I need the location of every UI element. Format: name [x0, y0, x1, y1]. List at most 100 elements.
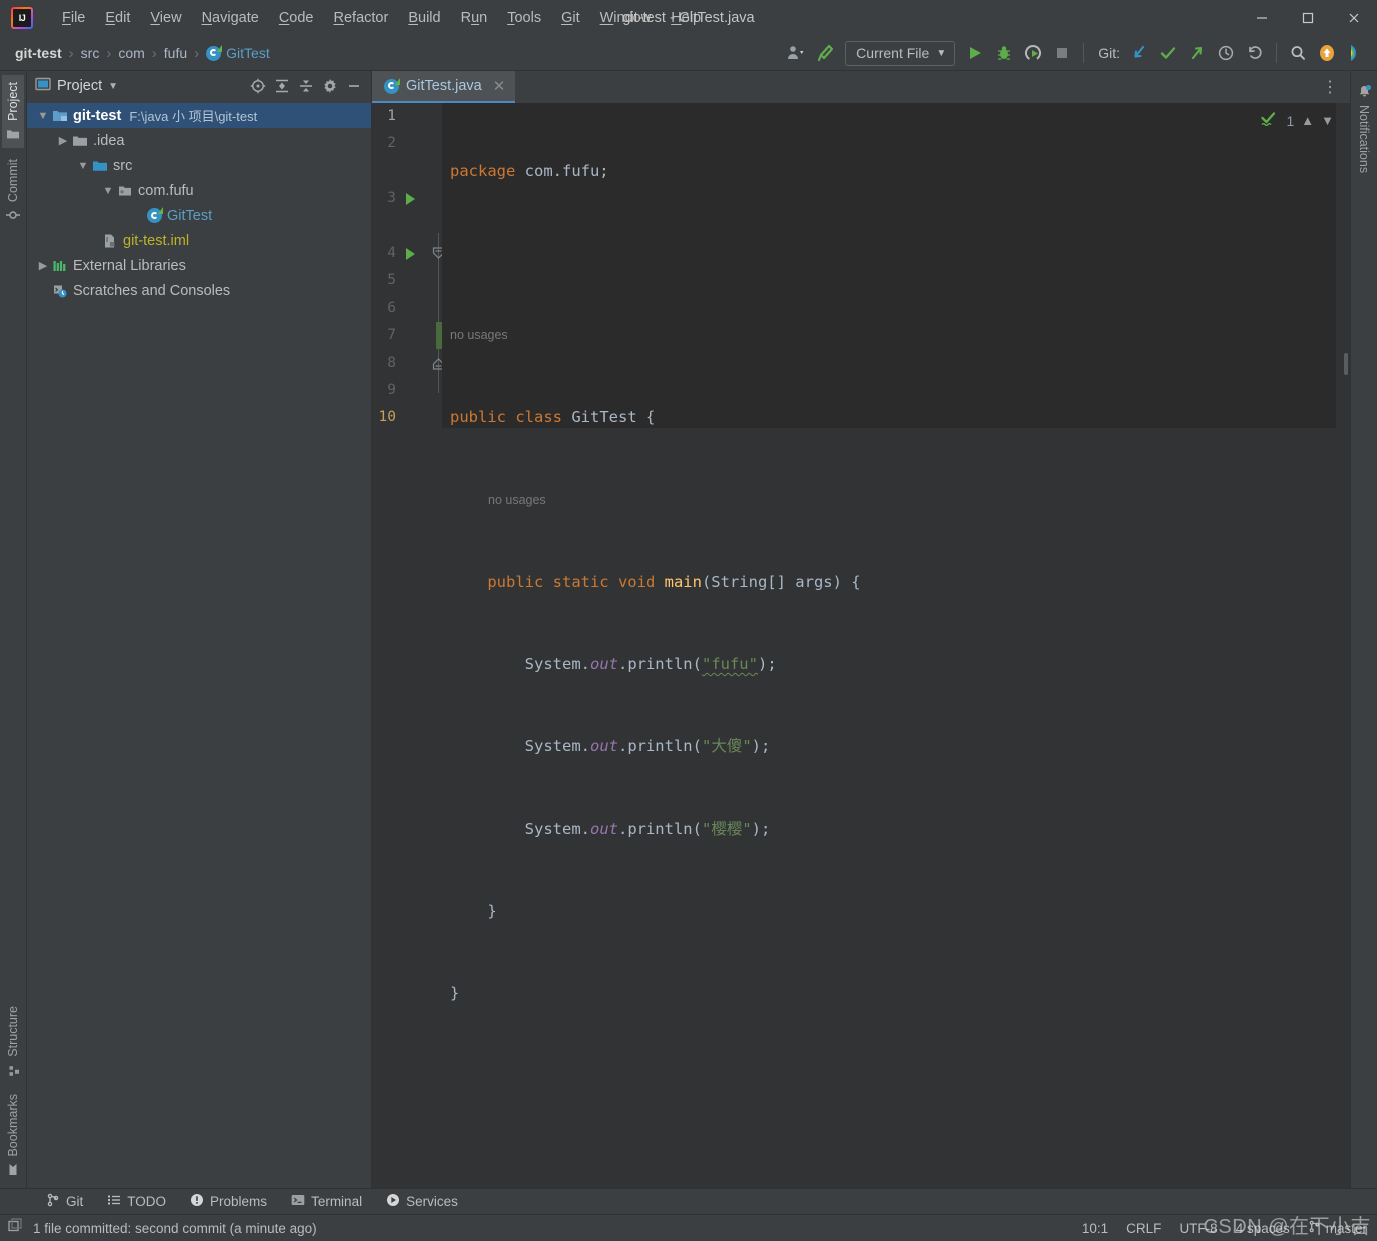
bottom-tab-services[interactable]: Services	[374, 1190, 470, 1213]
editor-tab-gittest[interactable]: GitTest.java ✕	[372, 71, 516, 103]
stop-square-icon[interactable]	[1049, 40, 1075, 66]
bottom-tab-services-label: Services	[406, 1194, 458, 1209]
code-text-area[interactable]: package com.fufu; no usages public class…	[442, 103, 1350, 1188]
hide-panel-icon[interactable]	[343, 75, 365, 97]
sidebar-item-bookmarks[interactable]: Bookmarks	[2, 1087, 24, 1184]
tree-node-idea-label: .idea	[93, 132, 125, 149]
scrollbar-thumb[interactable]	[1344, 353, 1348, 375]
code-line-1: package com.fufu;	[450, 161, 609, 180]
menu-git[interactable]: Git	[552, 6, 589, 30]
menu-help[interactable]: Help	[662, 6, 710, 30]
chevron-right-icon[interactable]: ▶	[55, 134, 71, 147]
sidebar-item-notifications[interactable]: Notifications	[1353, 77, 1376, 180]
git-push-arrow-icon[interactable]	[1184, 40, 1210, 66]
collapse-all-icon[interactable]	[295, 75, 317, 97]
close-icon[interactable]: ✕	[493, 77, 506, 95]
bottom-tab-git[interactable]: Git	[34, 1190, 95, 1213]
close-icon[interactable]	[1331, 0, 1377, 36]
line-number: 5	[387, 272, 396, 289]
inspection-scrollbar-strip[interactable]	[1336, 103, 1350, 1188]
bottom-tab-problems[interactable]: Problems	[178, 1190, 279, 1213]
chevron-down-icon[interactable]: ▼	[100, 185, 116, 197]
tree-node-external-libraries-label: External Libraries	[73, 257, 186, 274]
menu-file[interactable]: File	[53, 6, 94, 30]
code-editor[interactable]: 1 2 3 4 5 6 7 8 9 10 package com.fufu; n…	[372, 103, 1350, 1188]
tree-node-com-fufu[interactable]: ▼ com.fufu	[27, 178, 371, 203]
inspection-status-widget[interactable]: 1 ▲ ▼	[1261, 111, 1334, 130]
menu-build[interactable]: Build	[399, 6, 449, 30]
bottom-tool-tabs: Git TODO Problems Terminal Services	[0, 1188, 1377, 1214]
line-separator[interactable]: CRLF	[1126, 1221, 1161, 1236]
bottom-tab-todo[interactable]: TODO	[95, 1190, 178, 1213]
menu-code[interactable]: Code	[270, 6, 323, 30]
line-number: 2	[387, 135, 396, 152]
menu-view[interactable]: View	[141, 6, 190, 30]
tree-node-git-test[interactable]: ▼ git-test F:\java 小 项目\git-test	[27, 103, 371, 128]
run-configuration-label: Current File	[856, 45, 930, 61]
run-triangle-icon[interactable]	[962, 40, 988, 66]
menu-edit[interactable]: Edit	[96, 6, 139, 30]
chevron-down-icon[interactable]: ▼	[75, 160, 91, 172]
intellij-window: File Edit View Navigate Code Refactor Bu…	[0, 0, 1377, 1241]
hammer-icon[interactable]	[812, 40, 838, 66]
git-update-arrow-icon[interactable]	[1126, 40, 1152, 66]
chevron-right-icon[interactable]: ▶	[35, 259, 51, 272]
update-available-icon[interactable]	[1314, 40, 1340, 66]
menu-refactor[interactable]: Refactor	[325, 6, 398, 30]
bottom-tab-terminal[interactable]: Terminal	[279, 1190, 374, 1213]
minimize-icon[interactable]	[1239, 0, 1285, 36]
chevron-down-icon[interactable]: ▼	[1321, 113, 1334, 128]
line-number: 4	[387, 244, 396, 261]
code-line-4: public static void main(String[] args) {	[487, 572, 861, 591]
select-opened-file-icon[interactable]	[247, 75, 269, 97]
inlay-hint-no-usages-method[interactable]: no usages	[450, 487, 1350, 514]
breadcrumb-separator: ›	[68, 44, 74, 62]
run-with-coverage-icon[interactable]	[1020, 40, 1046, 66]
breadcrumb-item-fufu[interactable]: fufu	[159, 43, 192, 63]
breadcrumb-item-project[interactable]: git-test	[10, 43, 67, 63]
person-dropdown-icon[interactable]	[783, 40, 809, 66]
file-encoding[interactable]: UTF-8	[1179, 1221, 1217, 1236]
search-icon[interactable]	[1285, 40, 1311, 66]
run-triangle-icon[interactable]	[406, 193, 415, 206]
expand-all-icon[interactable]	[271, 75, 293, 97]
caret-position[interactable]: 10:1	[1082, 1221, 1108, 1236]
breadcrumb-item-class[interactable]: GitTest	[201, 43, 275, 63]
line-number-active: 10	[378, 409, 396, 426]
status-message[interactable]: 1 file committed: second commit (a minut…	[33, 1221, 317, 1236]
chevron-up-icon[interactable]: ▲	[1301, 113, 1314, 128]
git-history-clock-icon[interactable]	[1213, 40, 1239, 66]
sidebar-item-commit[interactable]: Commit	[2, 152, 24, 229]
chevron-down-icon[interactable]: ▼	[35, 110, 51, 122]
tree-node-idea[interactable]: ▶ .idea	[27, 128, 371, 153]
ide-feature-icon[interactable]	[1343, 40, 1369, 66]
maximize-icon[interactable]	[1285, 0, 1331, 36]
settings-gear-icon[interactable]	[319, 75, 341, 97]
event-log-icon[interactable]	[8, 1217, 24, 1239]
git-commit-check-icon[interactable]	[1155, 40, 1181, 66]
tree-node-scratches[interactable]: Scratches and Consoles	[27, 278, 371, 303]
tree-node-external-libraries[interactable]: ▶ External Libraries	[27, 253, 371, 278]
sidebar-item-structure[interactable]: Structure	[2, 999, 24, 1084]
breadcrumb-item-src[interactable]: src	[76, 43, 105, 63]
menu-window[interactable]: Window	[591, 6, 661, 30]
tree-node-iml-file[interactable]: git-test.iml	[27, 228, 371, 253]
inlay-hint-no-usages-class[interactable]: no usages	[450, 322, 1350, 349]
run-configuration-selector[interactable]: Current File ▼	[845, 40, 956, 66]
git-rollback-icon[interactable]	[1242, 40, 1268, 66]
tree-node-src[interactable]: ▼ src	[27, 153, 371, 178]
menu-run[interactable]: Run	[452, 6, 497, 30]
more-vertical-icon[interactable]: ⋮	[1318, 71, 1342, 103]
indent-setting[interactable]: 4 spaces	[1236, 1221, 1290, 1236]
tree-node-gittest-class[interactable]: GitTest	[27, 203, 371, 228]
menu-navigate[interactable]: Navigate	[193, 6, 268, 30]
gutter-row: 8	[372, 350, 445, 377]
editor-gutter[interactable]: 1 2 3 4 5 6 7 8 9 10	[372, 103, 445, 1188]
chevron-down-icon[interactable]: ▼	[108, 81, 118, 92]
run-triangle-icon[interactable]	[406, 247, 415, 260]
breadcrumb-item-com[interactable]: com	[113, 43, 149, 63]
debug-bug-icon[interactable]	[991, 40, 1017, 66]
sidebar-item-project[interactable]: Project	[2, 75, 24, 148]
git-branch-widget[interactable]: master	[1308, 1220, 1367, 1236]
menu-tools[interactable]: Tools	[498, 6, 550, 30]
